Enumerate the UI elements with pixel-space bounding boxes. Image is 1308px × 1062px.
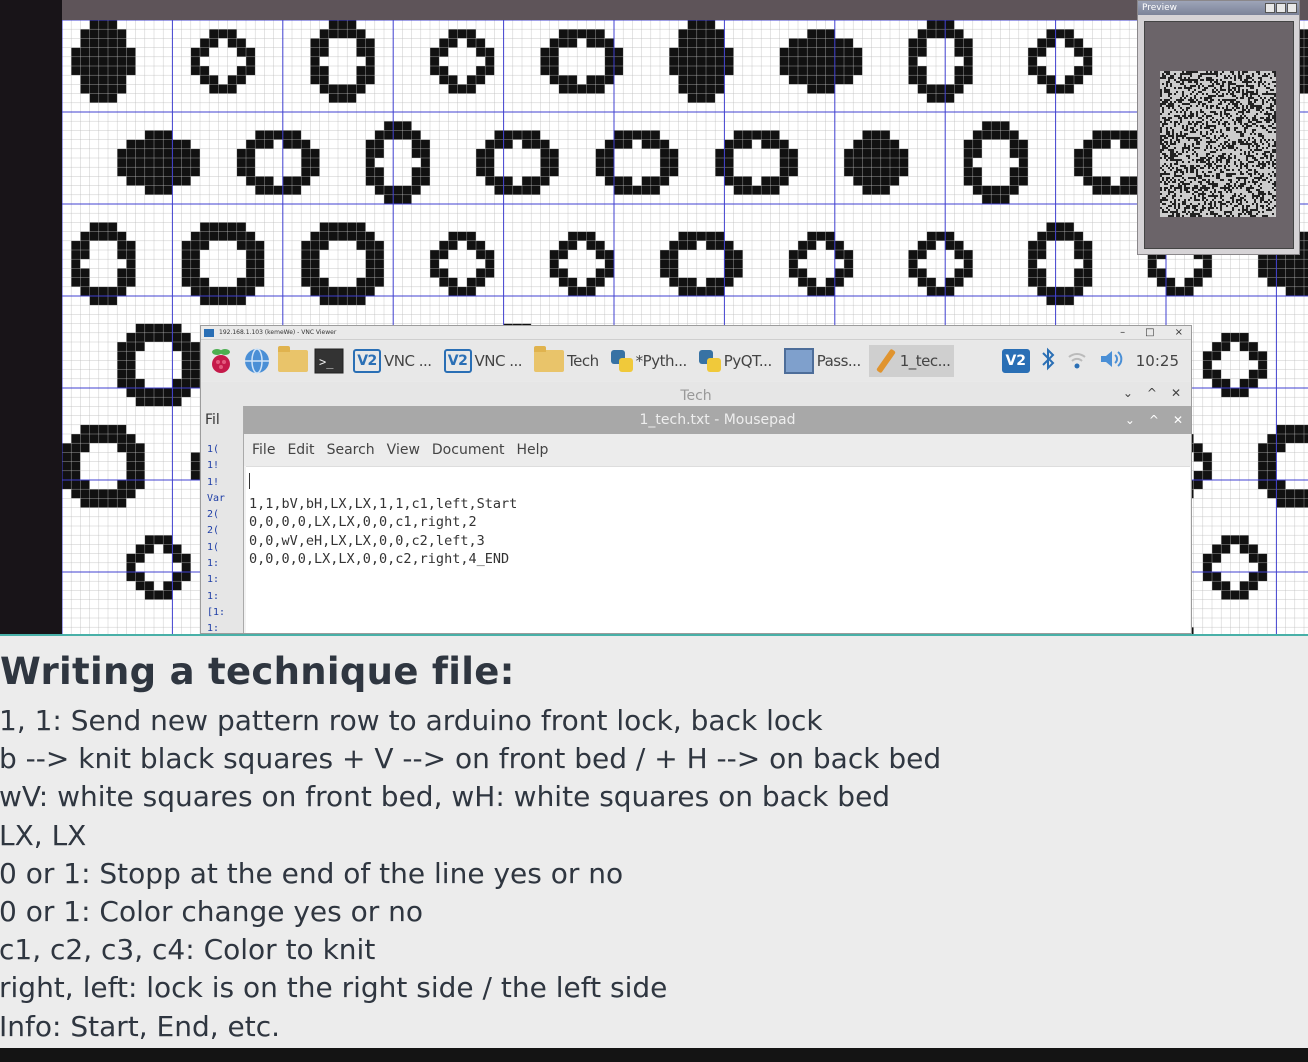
mousepad-close-icon[interactable]: ✕ bbox=[1173, 406, 1183, 434]
taskbar-app-label: Tech bbox=[567, 352, 599, 370]
menu-help[interactable]: Help bbox=[516, 442, 548, 458]
taskbar-app-tech[interactable]: Tech bbox=[530, 345, 603, 377]
taskbar-app-vnc-2[interactable]: V2 VNC ... bbox=[440, 345, 527, 377]
preview-maximize-icon[interactable] bbox=[1276, 3, 1286, 13]
slide-item: c1, c2, c3, c4: Color to knit bbox=[0, 933, 376, 967]
editor-line[interactable]: 0,0,wV,eH,LX,LX,0,0,c2,left,3 bbox=[249, 532, 1190, 551]
preview-minimize-icon[interactable] bbox=[1265, 3, 1275, 13]
taskbar-app-vnc-1[interactable]: V2 VNC ... bbox=[349, 345, 436, 377]
vnc-close-button[interactable]: × bbox=[1175, 326, 1183, 340]
line-number: 1: bbox=[207, 623, 220, 634]
line-number: 1: bbox=[207, 558, 220, 570]
editor-line[interactable]: 1,1,bV,bH,LX,LX,1,1,c1,left,Start bbox=[249, 495, 1190, 514]
line-number: 1! bbox=[207, 476, 220, 488]
menu-document[interactable]: Document bbox=[432, 442, 505, 458]
preview-close-icon[interactable] bbox=[1287, 3, 1297, 13]
slide-item: right, left: lock is on the right side /… bbox=[0, 971, 668, 1005]
taskbar-app-label: VNC ... bbox=[474, 352, 523, 370]
taskbar-clock[interactable]: 10:25 bbox=[1136, 352, 1179, 370]
preview-title: Preview bbox=[1142, 3, 1178, 13]
taskbar-app-pass[interactable]: Pass... bbox=[780, 345, 865, 377]
slide-item: LX, LX bbox=[0, 818, 87, 852]
screen: Preview 192.168.1.103 (kemeWe) - VNC Vie… bbox=[0, 0, 1308, 1062]
vnc-icon: V2 bbox=[353, 349, 381, 373]
window-icon bbox=[783, 348, 814, 374]
taskbar-app-python[interactable]: *Pyth... bbox=[607, 345, 691, 377]
menu-view[interactable]: View bbox=[387, 442, 420, 458]
bottom-dark-bar bbox=[0, 1048, 1308, 1062]
vnc-viewer-window: 192.168.1.103 (kemeWe) - VNC Viewer – □ … bbox=[200, 325, 1192, 634]
mousepad-titlebar[interactable]: 1_tech.txt - Mousepad ⌄ ^ ✕ bbox=[244, 406, 1191, 434]
text-editor-area[interactable]: 1,1,bV,bH,LX,LX,1,1,c1,left,Start 0,0,0,… bbox=[246, 466, 1190, 633]
slide-caption-panel: Writing a technique file: 1, 1: Send new… bbox=[0, 634, 1308, 1048]
menu-search[interactable]: Search bbox=[327, 442, 375, 458]
tech-chevron-down-icon[interactable]: ⌄ bbox=[1123, 386, 1133, 400]
python-icon bbox=[610, 350, 633, 372]
vnc-tray-icon[interactable]: V2 bbox=[1001, 349, 1030, 373]
vnc-icon: V2 bbox=[443, 349, 472, 373]
wifi-icon[interactable] bbox=[1066, 348, 1088, 374]
browser-globe-icon[interactable] bbox=[241, 345, 273, 377]
python-icon bbox=[698, 350, 721, 372]
preview-thumbnail bbox=[1160, 71, 1276, 217]
folder-icon bbox=[534, 346, 565, 372]
menu-edit[interactable]: Edit bbox=[287, 442, 314, 458]
editor-line[interactable]: 0,0,0,0,LX,LX,0,0,c1,right,2 bbox=[249, 513, 1190, 532]
editor-line[interactable]: 0,0,0,0,LX,LX,0,0,c2,right,4_END bbox=[249, 550, 1190, 569]
taskbar-app-label: Pass... bbox=[816, 352, 862, 370]
slide-list: 1, 1: Send new pattern row to arduino fr… bbox=[0, 702, 941, 1046]
vnc-maximize-button[interactable]: □ bbox=[1145, 326, 1154, 340]
preview-pattern bbox=[1160, 71, 1276, 217]
tech-chevron-up-icon[interactable]: ^ bbox=[1147, 386, 1157, 400]
tech-line-numbers: 1( 1! 1! Var 2( 2( 1( 1: 1: 1: [1: 1: bbox=[207, 442, 235, 634]
vnc-minimize-button[interactable]: – bbox=[1120, 326, 1125, 340]
line-number: 1( bbox=[207, 444, 220, 455]
line-number: [1: bbox=[207, 606, 226, 618]
mousepad-window: 1_tech.txt - Mousepad ⌄ ^ ✕ File Edit Se… bbox=[243, 406, 1191, 633]
line-number: 1: bbox=[207, 574, 220, 586]
preview-window: Preview bbox=[1137, 0, 1300, 255]
preview-titlebar[interactable]: Preview bbox=[1138, 1, 1299, 15]
slide-item: b --> knit black squares + V --> on fron… bbox=[0, 742, 942, 776]
svg-text:>_: >_ bbox=[319, 355, 334, 369]
tech-window-title: Tech bbox=[680, 388, 712, 404]
line-number: 1( bbox=[207, 541, 220, 553]
left-dark-strip bbox=[0, 0, 62, 634]
taskbar-app-1-tech[interactable]: 1_tec... bbox=[868, 345, 955, 377]
slide-heading: Writing a technique file: bbox=[0, 650, 515, 693]
bluetooth-icon[interactable] bbox=[1040, 347, 1056, 375]
line-number: 2( bbox=[207, 509, 220, 521]
vnc-titlebar[interactable]: 192.168.1.103 (kemeWe) - VNC Viewer – □ … bbox=[201, 326, 1191, 340]
mousepad-menubar: File Edit Search View Document Help bbox=[244, 434, 1191, 466]
terminal-icon[interactable]: >_ bbox=[313, 345, 345, 377]
slide-item: wV: white squares on front bed, wH: whit… bbox=[0, 780, 891, 814]
taskbar-app-label: 1_tec... bbox=[899, 352, 951, 370]
line-number: Var bbox=[207, 492, 226, 504]
taskbar-app-label: PyQT... bbox=[723, 352, 772, 370]
slide-item: 0 or 1: Color change yes or no bbox=[0, 894, 424, 928]
slide-item: Info: Start, End, etc. bbox=[0, 1009, 281, 1043]
tech-close-icon[interactable]: ✕ bbox=[1171, 386, 1181, 400]
mousepad-chevron-down-icon[interactable]: ⌄ bbox=[1125, 406, 1135, 434]
taskbar-app-pyqt[interactable]: PyQT... bbox=[695, 345, 776, 377]
menu-file[interactable]: File bbox=[252, 442, 275, 458]
mousepad-chevron-up-icon[interactable]: ^ bbox=[1149, 406, 1159, 434]
line-number: 1! bbox=[207, 460, 220, 472]
raspberry-menu-icon[interactable] bbox=[205, 345, 237, 377]
line-number: 2( bbox=[207, 525, 220, 537]
mousepad-title: 1_tech.txt - Mousepad bbox=[639, 412, 796, 428]
vnc-logo-icon bbox=[204, 329, 214, 337]
text-caret bbox=[249, 473, 250, 489]
taskbar: >_ V2 VNC ... V2 VNC ... Tech *Pyth... P… bbox=[201, 341, 1191, 381]
taskbar-app-label: VNC ... bbox=[384, 352, 432, 370]
line-number: 1: bbox=[207, 590, 220, 602]
file-manager-icon[interactable] bbox=[277, 345, 309, 377]
vnc-title: 192.168.1.103 (kemeWe) - VNC Viewer bbox=[219, 329, 337, 336]
volume-icon[interactable] bbox=[1098, 348, 1126, 374]
slide-item: 1, 1: Send new pattern row to arduino fr… bbox=[0, 704, 823, 737]
slide-item: 0 or 1: Stopp at the end of the line yes… bbox=[0, 856, 624, 890]
taskbar-app-label: *Pyth... bbox=[635, 352, 688, 370]
pencil-icon bbox=[873, 348, 897, 374]
tech-menu-file[interactable]: Fil bbox=[205, 412, 220, 428]
